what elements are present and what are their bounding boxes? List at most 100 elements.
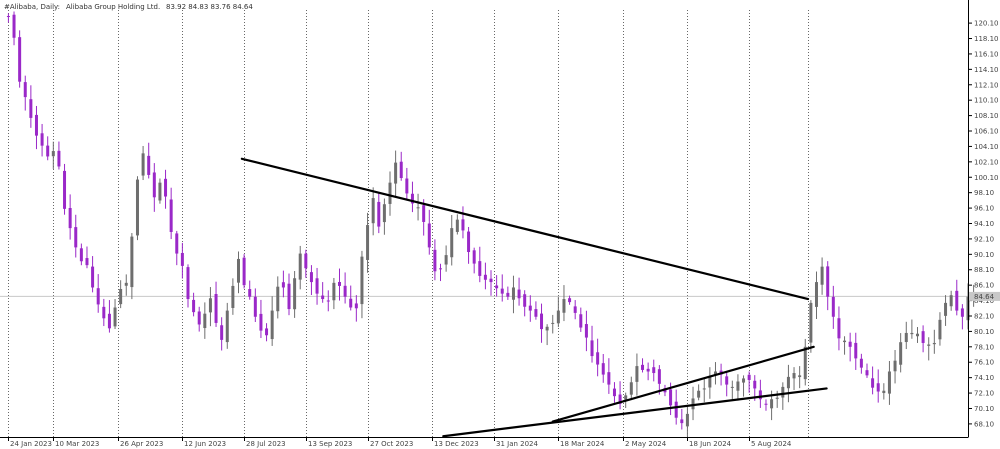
- price-tick-label: 86.10: [974, 282, 994, 290]
- candle: [921, 325, 925, 353]
- candle: [6, 13, 10, 23]
- candle: [579, 307, 583, 332]
- candle-body: [354, 303, 358, 309]
- candle: [102, 298, 106, 327]
- candle: [18, 30, 22, 88]
- candle: [899, 333, 903, 373]
- candle: [618, 381, 622, 410]
- candle: [551, 314, 555, 334]
- candle-body: [708, 376, 712, 388]
- candle-body: [113, 307, 117, 327]
- candle: [281, 270, 285, 298]
- candle-body: [685, 413, 689, 427]
- candle-body: [921, 331, 925, 343]
- candle: [893, 350, 897, 384]
- time-tick-label: 27 Oct 2023: [370, 440, 413, 448]
- candle: [781, 382, 785, 410]
- candle: [629, 376, 633, 401]
- candle: [326, 290, 330, 312]
- price-tick-label: 108.10: [974, 112, 999, 120]
- price-tick-label: 82.10: [974, 312, 994, 320]
- candle-body: [287, 283, 291, 310]
- candle: [865, 363, 869, 378]
- candle: [130, 233, 134, 300]
- candle-body: [248, 289, 252, 297]
- candle-body: [680, 419, 684, 424]
- candle-body: [175, 233, 179, 254]
- candle: [472, 247, 476, 274]
- candle-body: [915, 333, 919, 337]
- candle-body: [242, 257, 246, 286]
- candle: [315, 267, 319, 305]
- candle: [871, 366, 875, 395]
- trendlines: [240, 157, 828, 438]
- candle-body: [781, 386, 785, 398]
- candle: [478, 246, 482, 283]
- trendline: [442, 387, 828, 438]
- candle: [164, 169, 168, 209]
- candle: [854, 332, 858, 370]
- candle-body: [433, 249, 437, 272]
- candle-body: [764, 403, 768, 405]
- candle-body: [343, 285, 347, 297]
- candle-body: [646, 368, 650, 372]
- candle: [186, 264, 190, 308]
- candle-body: [523, 294, 527, 307]
- candle: [175, 230, 179, 266]
- candle: [208, 287, 212, 327]
- candle-body: [848, 341, 852, 347]
- candle-body: [551, 322, 555, 324]
- candle-body: [927, 344, 931, 346]
- candle-body: [231, 285, 235, 308]
- candle-body: [511, 287, 515, 300]
- time-tick-label: 18 Mar 2024: [560, 440, 605, 448]
- candle: [152, 163, 156, 212]
- candle: [40, 123, 44, 157]
- candle-body: [500, 288, 504, 294]
- candle-body: [562, 299, 566, 313]
- candle: [708, 367, 712, 399]
- candle: [887, 360, 891, 405]
- candle-body: [220, 325, 224, 340]
- time-tick-label: 24 Jan 2023: [10, 440, 52, 448]
- price-chart[interactable]: 120.10 118.10 116.10 114.10 112.10 110.10 108.…: [0, 0, 1000, 449]
- candle: [556, 296, 560, 328]
- candle: [742, 375, 746, 397]
- candle: [107, 300, 111, 333]
- candle: [124, 274, 128, 296]
- time-tick-label: 26 Apr 2023: [120, 440, 163, 448]
- candle: [259, 299, 263, 339]
- candle: [51, 141, 55, 169]
- candle-body: [85, 258, 89, 266]
- candle-body: [23, 82, 27, 98]
- candle-body: [399, 161, 403, 179]
- candle-body: [208, 298, 212, 313]
- candle: [444, 245, 448, 272]
- price-tick-label: 114.10: [974, 66, 999, 74]
- candle-body: [422, 205, 426, 222]
- candle-body: [321, 295, 325, 300]
- current-price-label: 84.64: [974, 293, 995, 301]
- candle: [523, 290, 527, 317]
- candle: [433, 239, 437, 281]
- time-tick-label: 31 Jan 2024: [496, 440, 539, 448]
- candle: [371, 187, 375, 236]
- candle-body: [826, 266, 830, 297]
- candle-body: [349, 298, 353, 308]
- candle: [641, 358, 645, 373]
- candle-body: [427, 223, 431, 248]
- price-tick-label: 78.10: [974, 343, 994, 351]
- candle: [394, 150, 398, 196]
- candle: [803, 338, 807, 386]
- candle: [646, 362, 650, 381]
- candle: [517, 277, 521, 306]
- candle-body: [57, 150, 61, 167]
- candles: [6, 11, 976, 437]
- candle: [405, 167, 409, 200]
- candle-body: [899, 342, 903, 365]
- candle: [915, 327, 919, 343]
- candle-body: [141, 153, 145, 176]
- candle: [786, 364, 790, 403]
- candle-body: [63, 170, 67, 209]
- candle-body: [371, 198, 375, 224]
